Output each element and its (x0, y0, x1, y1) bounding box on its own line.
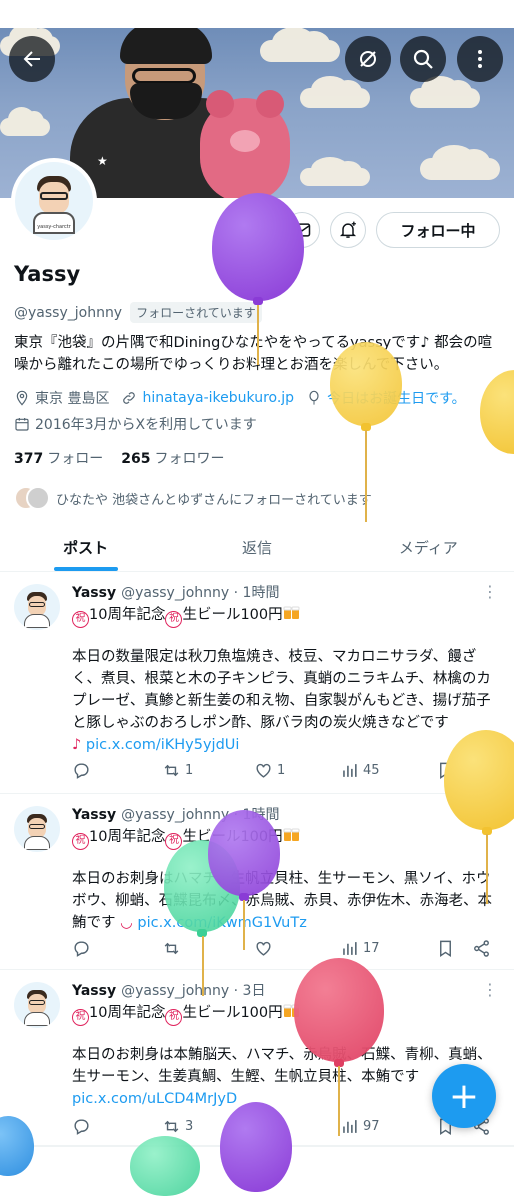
bookmark-icon (440, 940, 451, 957)
search-icon (413, 49, 433, 69)
reply-button[interactable] (72, 761, 162, 780)
post-item[interactable]: Yassy@yassy_johnny · 1時間 ⋮ 祝10周年記念祝生ビール1… (0, 572, 514, 794)
celebration-icon: 祝 (165, 611, 183, 628)
tab-posts[interactable]: ポスト (0, 524, 171, 571)
reply-button[interactable] (72, 939, 162, 958)
celebration-icon: 祝 (72, 611, 89, 628)
follow-counts: 377 フォロー 265 フォロワー (14, 448, 224, 468)
following-button[interactable]: フォロー中 (376, 212, 500, 248)
handle-row: @yassy_johnny フォローされています (14, 302, 262, 323)
like-button[interactable] (254, 939, 340, 958)
back-button[interactable] (9, 36, 55, 82)
repost-button[interactable] (162, 939, 254, 958)
post-title: 祝10周年記念祝生ビール100円 (72, 604, 301, 628)
post-media-link[interactable]: pic.x.com/iKHy5yjdUi (86, 737, 240, 753)
arrow-left-icon (23, 51, 40, 67)
following-count[interactable]: 377 フォロー (14, 448, 103, 468)
post-more-icon[interactable]: ⋮ (482, 582, 498, 601)
post-avatar[interactable] (14, 982, 60, 1028)
post-text: 本日のお刺身はハマチ、生帆立貝柱、生サーモン、黒ソイ、ホウボウ、柳蛸、石鰈昆布〆… (72, 871, 493, 931)
reply-icon (74, 940, 89, 957)
beer-mugs-icon (283, 606, 300, 619)
post-actions: 17 (72, 936, 500, 960)
post-text: 本日の数量限定は秋刀魚塩焼き、枝豆、マカロニサラダ、饅ざく、煮貝、根菜と木の子キ… (72, 649, 491, 753)
reply-icon (74, 762, 89, 779)
views-button[interactable]: 97 (340, 1117, 436, 1136)
compose-post-button[interactable]: + (432, 1064, 496, 1128)
joined-text: 2016年3月からXを利用しています (35, 417, 257, 433)
heart-icon (256, 763, 271, 778)
website-item[interactable]: hinataya-ikebukuro.jp (121, 390, 294, 406)
views-button[interactable]: 17 (340, 939, 436, 958)
more-vertical-icon (478, 50, 482, 68)
tab-media[interactable]: メディア (343, 524, 514, 571)
status-bar (0, 0, 514, 28)
repost-icon (164, 942, 179, 954)
profile-tabs: ポスト 返信 メディア (0, 524, 514, 572)
post-actions: 1 1 45 (72, 758, 500, 782)
mute-notifications-button[interactable] (345, 36, 391, 82)
joined-item: 2016年3月からXを利用しています (14, 414, 257, 434)
celebration-icon: 祝 (72, 833, 89, 850)
profile-bio: 東京『池袋』の片隅で和Diningひなたやをやってるyassyです♪ 都会の喧噪… (14, 335, 493, 373)
followed-by-row[interactable]: ひなたや 池袋さんとゆずさんにフォローされています (14, 486, 372, 510)
bell-plus-icon (339, 221, 357, 238)
bookmark-button[interactable] (436, 939, 472, 958)
share-icon (474, 939, 489, 957)
balloon-icon (309, 390, 319, 405)
post-header: Yassy@yassy_johnny · 1時間 (72, 585, 280, 601)
views-button[interactable]: 45 (340, 761, 436, 780)
like-button[interactable]: 1 (254, 761, 340, 780)
reply-button[interactable] (72, 1117, 162, 1136)
share-button[interactable] (472, 939, 491, 958)
search-button[interactable] (400, 36, 446, 82)
more-options-button[interactable] (457, 36, 503, 82)
link-icon (123, 392, 136, 404)
music-note-icon: ♪ (72, 737, 82, 753)
plus-icon: + (448, 1075, 480, 1117)
no-notifications-icon (360, 51, 376, 67)
location-item: 東京 豊島区 (14, 388, 109, 408)
profile-name: Yassy (14, 262, 81, 286)
views-chart-icon (343, 1119, 357, 1133)
beer-mugs-icon (283, 828, 300, 841)
reply-icon (74, 1118, 89, 1135)
post-title: 祝10周年記念祝生ビール100円 (72, 1002, 301, 1026)
followed-by-text: ひなたや 池袋さんとゆずさんにフォローされています (56, 492, 372, 508)
celebration-icon: 祝 (165, 1009, 183, 1026)
post-media-link[interactable]: pic.x.com/uLCD4MrJyD (72, 1091, 237, 1107)
calendar-icon (15, 418, 29, 431)
profile-handle: @yassy_johnny (14, 304, 123, 321)
location-text: 東京 豊島区 (35, 391, 110, 407)
avatar-caption: yassy-charctr (37, 224, 71, 230)
smile-icon: ◡ (120, 915, 133, 931)
post-header: Yassy @yassy_johnny · 3日 (72, 983, 266, 999)
follows-you-badge: フォローされています (130, 302, 262, 323)
tab-replies[interactable]: 返信 (171, 524, 342, 571)
celebration-icon: 祝 (72, 1009, 89, 1026)
repost-icon (164, 1120, 179, 1132)
post-avatar[interactable] (14, 806, 60, 852)
views-chart-icon (343, 941, 357, 955)
notify-button[interactable] (330, 212, 366, 248)
post-more-icon[interactable]: ⋮ (482, 980, 498, 999)
followers-count[interactable]: 265 フォロワー (121, 448, 224, 468)
repost-button[interactable]: 1 (162, 761, 254, 780)
location-pin-icon (16, 390, 28, 406)
repost-icon (164, 764, 179, 776)
website-link[interactable]: hinataya-ikebukuro.jp (142, 390, 294, 406)
profile-meta: 東京 豊島区 hinataya-ikebukuro.jp 今日はお誕生日です。 (14, 388, 478, 408)
post-avatar[interactable] (14, 584, 60, 630)
follower-avatars (14, 486, 50, 510)
views-chart-icon (343, 763, 357, 777)
heart-icon (256, 941, 271, 956)
profile-avatar[interactable]: yassy-charctr (11, 158, 97, 244)
